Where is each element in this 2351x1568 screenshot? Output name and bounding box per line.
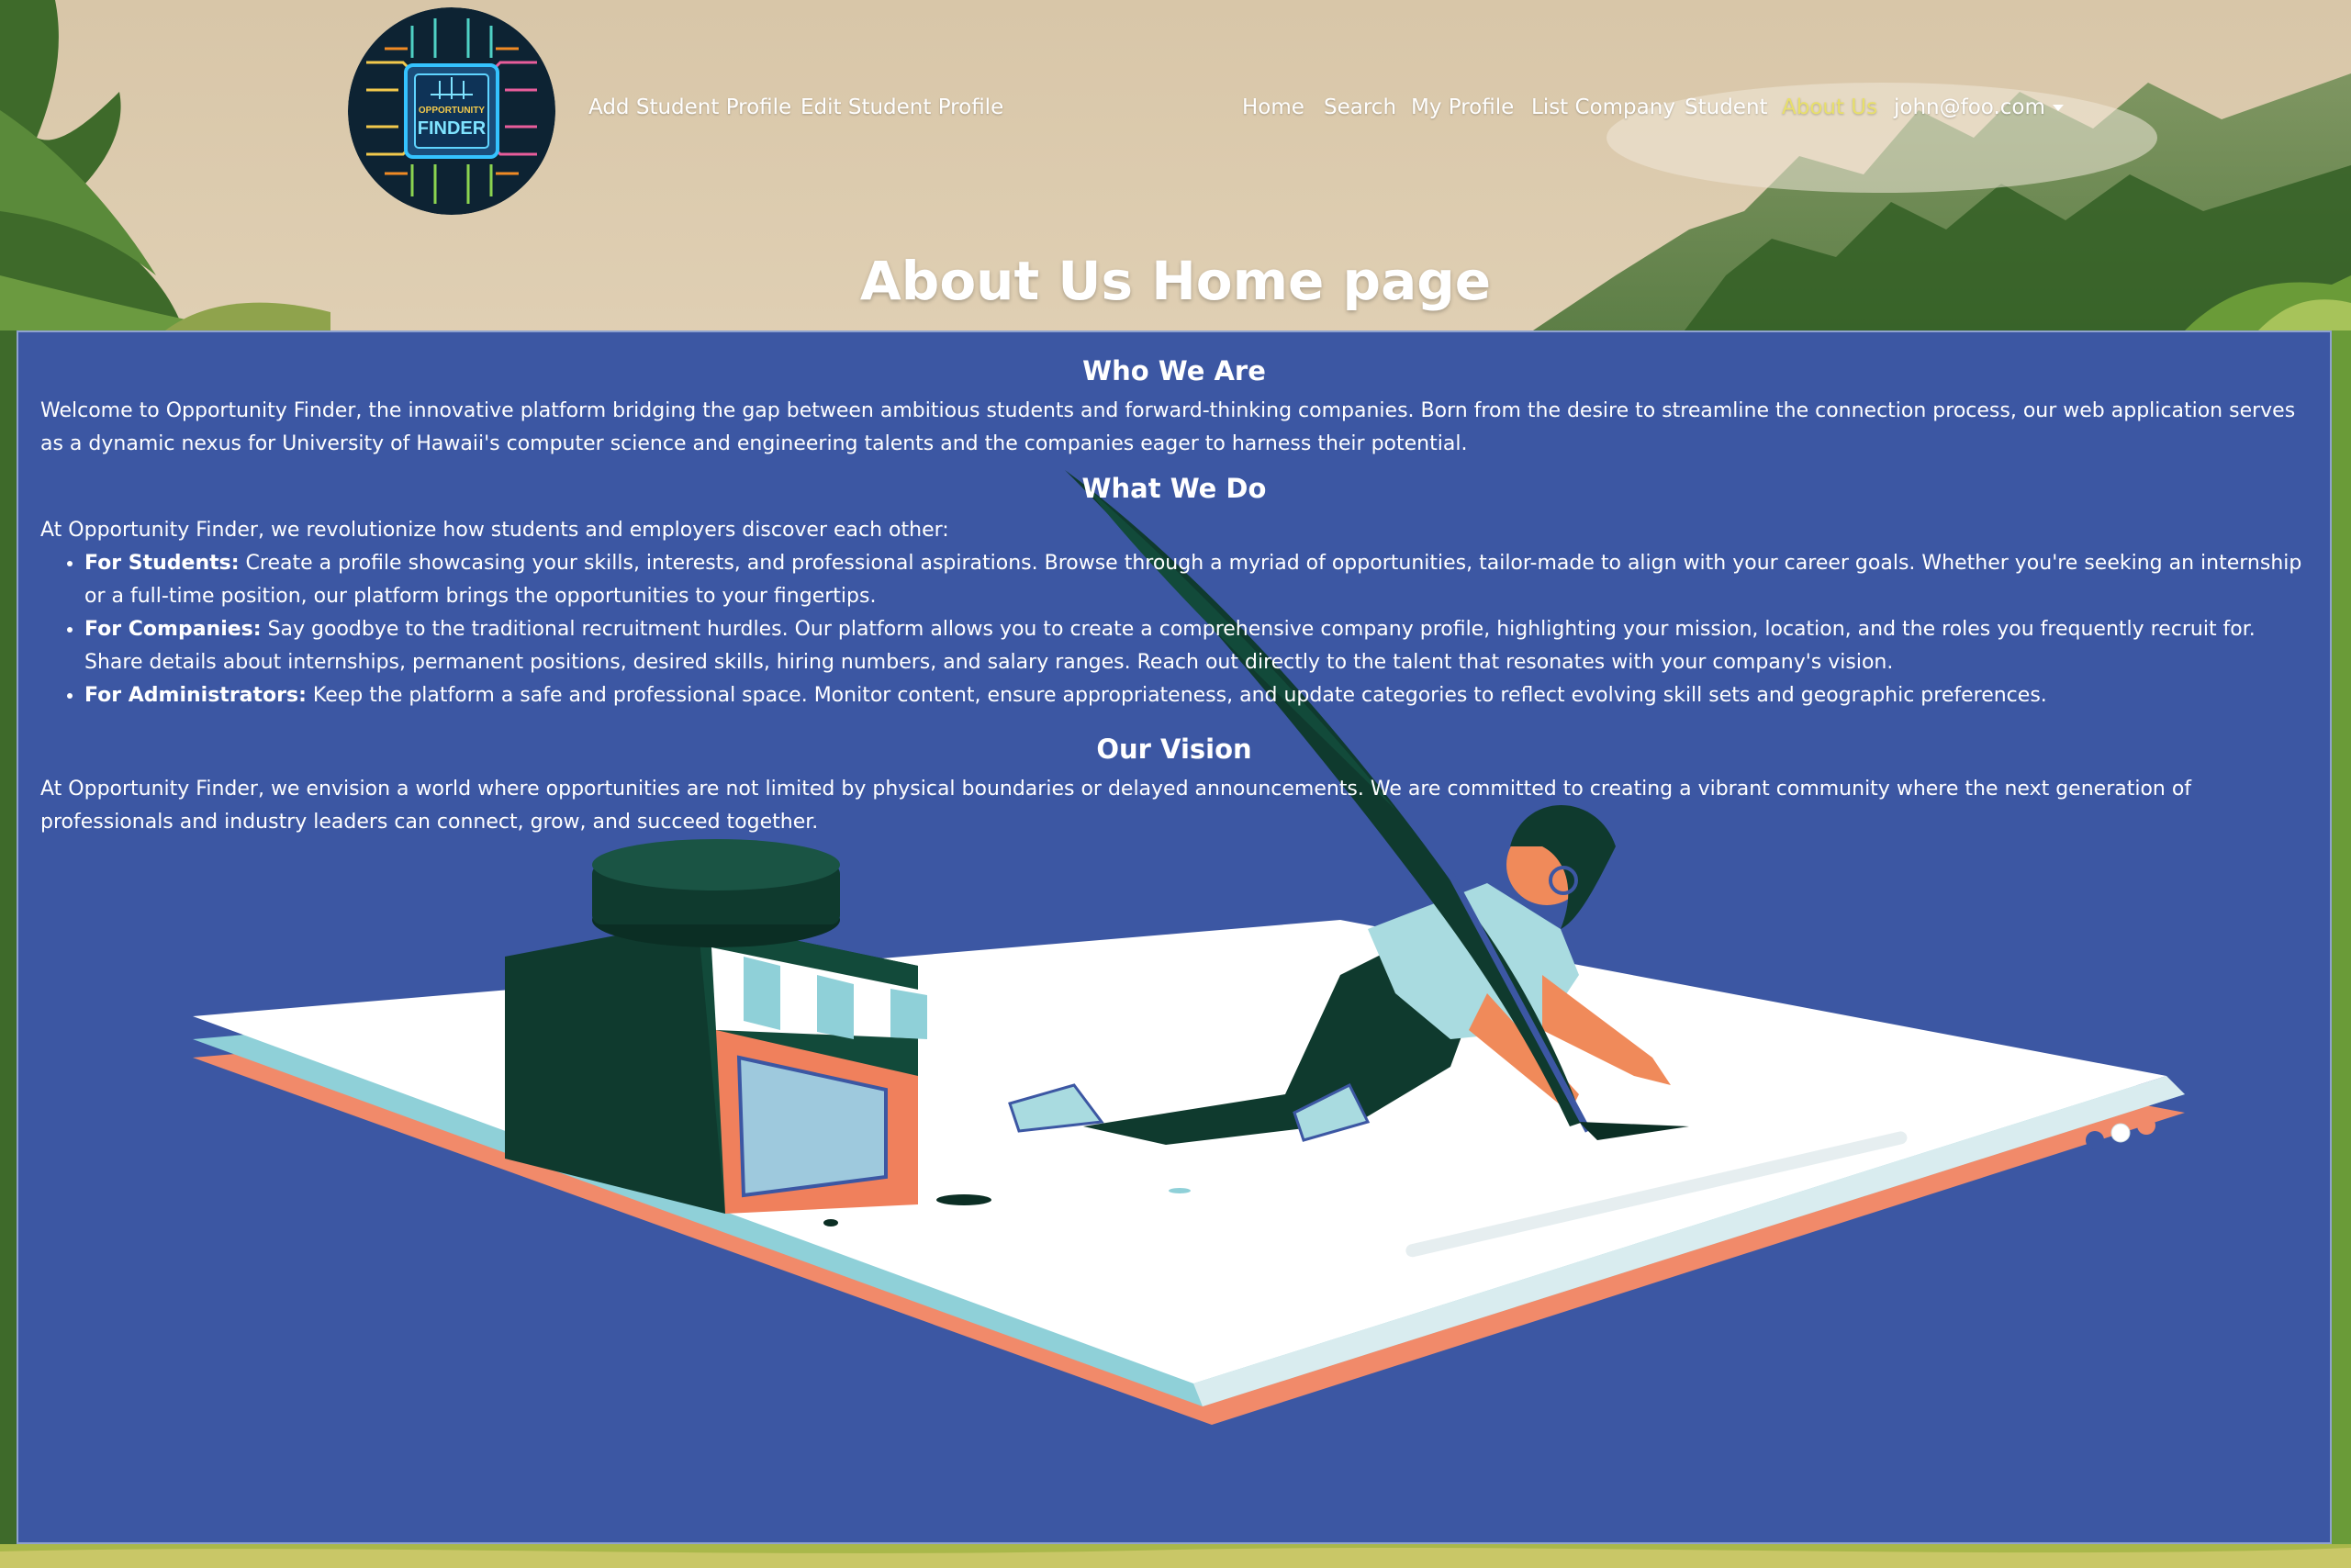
nav-add-student-profile[interactable]: Add Student Profile [588, 95, 791, 119]
nav-home[interactable]: Home [1242, 95, 1304, 119]
nav-list-company[interactable]: List Company [1531, 95, 1675, 119]
list-item-label: For Administrators: [84, 684, 307, 707]
list-item-students: For Students: Create a profile showcasin… [84, 547, 2308, 613]
about-panel: Who We Are Welcome to Opportunity Finder… [17, 330, 2332, 1544]
nav-student[interactable]: Student [1685, 95, 1768, 119]
nav-my-profile[interactable]: My Profile [1411, 95, 1514, 119]
logo-image: OPPORTUNITY FINDER [348, 7, 555, 215]
logo-text-top: OPPORTUNITY [419, 106, 486, 116]
nav-search[interactable]: Search [1324, 95, 1396, 119]
user-menu-label: john@foo.com [1894, 95, 2045, 119]
list-item-label: For Companies: [84, 618, 262, 641]
about-content: Who We Are Welcome to Opportunity Finder… [40, 332, 2308, 839]
caret-down-icon [2052, 105, 2064, 111]
nav-about-us[interactable]: About Us [1782, 95, 1877, 119]
who-we-are-text: Welcome to Opportunity Finder, the innov… [40, 399, 2296, 455]
list-item-label: For Students: [84, 552, 240, 575]
list-item-administrators: For Administrators: Keep the platform a … [84, 679, 2308, 712]
our-vision-heading: Our Vision [1096, 734, 1252, 765]
who-we-are-heading: Who We Are [1082, 355, 1266, 386]
list-item-text: Keep the platform a safe and professiona… [306, 684, 2047, 707]
nav-edit-student-profile[interactable]: Edit Student Profile [800, 95, 1003, 119]
user-menu-dropdown[interactable]: john@foo.com [1894, 95, 2064, 119]
list-item-text: Create a profile showcasing your skills,… [84, 552, 2302, 608]
our-vision-text: At Opportunity Finder, we envision a wor… [40, 778, 2192, 834]
navbar: OPPORTUNITY FINDER Add Student Profile E… [0, 0, 2351, 230]
page-title: About Us Home page [859, 250, 1492, 312]
what-we-do-heading: What We Do [1081, 473, 1267, 504]
what-we-do-list: For Students: Create a profile showcasin… [40, 547, 2308, 712]
what-we-do-intro: At Opportunity Finder, we revolutionize … [40, 519, 949, 542]
logo-text-bottom: FINDER [418, 118, 487, 139]
list-item-companies: For Companies: Say goodbye to the tradit… [84, 613, 2308, 679]
logo[interactable]: OPPORTUNITY FINDER [348, 7, 555, 215]
list-item-text: Say goodbye to the traditional recruitme… [84, 618, 2256, 674]
